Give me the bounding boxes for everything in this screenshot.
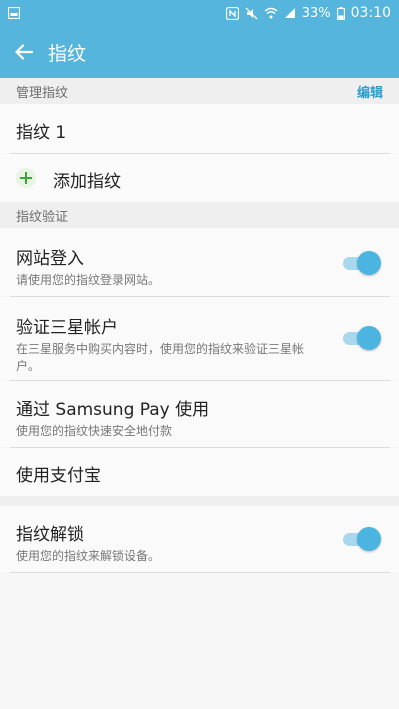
- nfc-icon: [225, 6, 239, 20]
- fingerprint-unlock-item[interactable]: 指纹解锁 使用您的指纹来解锁设备。: [0, 506, 399, 572]
- samsung-account-toggle[interactable]: [343, 325, 381, 351]
- clock: 03:10: [350, 5, 391, 21]
- samsung-pay-item[interactable]: 通过 Samsung Pay 使用 使用您的指纹快速安全地付款: [0, 381, 399, 447]
- add-fingerprint-button[interactable]: 添加指纹: [0, 154, 399, 202]
- item-title: 验证三星帐户: [16, 318, 118, 338]
- battery-icon: [336, 6, 345, 20]
- section-title: 指纹验证: [16, 209, 69, 225]
- app-bar: 指纹: [0, 26, 399, 78]
- status-bar: 33% 03:10: [0, 0, 399, 26]
- empty-area: [0, 573, 399, 709]
- mute-icon: [245, 7, 258, 20]
- battery-percent: 33%: [301, 5, 331, 21]
- fingerprint-unlock-toggle[interactable]: [343, 526, 381, 552]
- website-login-toggle[interactable]: [343, 250, 381, 276]
- wifi-icon: [264, 7, 278, 19]
- item-title: 使用支付宝: [16, 466, 101, 486]
- add-icon: [16, 168, 36, 188]
- section-header-manage: 管理指纹 编辑: [0, 78, 399, 104]
- page-title: 指纹: [48, 42, 87, 65]
- fingerprint-label: 指纹 1: [16, 123, 67, 143]
- alipay-item[interactable]: 使用支付宝: [0, 448, 399, 496]
- edit-button[interactable]: 编辑: [357, 82, 383, 101]
- add-fingerprint-label: 添加指纹: [53, 172, 121, 192]
- item-subtitle: 在三星服务中购买内容时，使用您的指纹来验证三星帐户。: [16, 342, 305, 373]
- signal-icon: [284, 7, 296, 19]
- item-subtitle: 请使用您的指纹登录网站。: [16, 273, 161, 287]
- samsung-account-item[interactable]: 验证三星帐户 在三星服务中购买内容时，使用您的指纹来验证三星帐户。: [0, 297, 399, 380]
- item-subtitle: 使用您的指纹快速安全地付款: [16, 424, 173, 438]
- item-subtitle: 使用您的指纹来解锁设备。: [16, 549, 161, 563]
- item-title: 指纹解锁: [16, 525, 84, 545]
- item-title: 通过 Samsung Pay 使用: [16, 400, 210, 420]
- fingerprint-item[interactable]: 指纹 1: [0, 104, 399, 153]
- section-title: 管理指纹: [16, 85, 69, 101]
- item-title: 网站登入: [16, 249, 84, 269]
- back-button[interactable]: [0, 26, 48, 78]
- section-separator: [0, 496, 399, 506]
- website-login-item[interactable]: 网站登入 请使用您的指纹登录网站。: [0, 228, 399, 296]
- gallery-notification-icon: [8, 7, 20, 19]
- arrow-left-icon: [15, 44, 33, 60]
- section-header-verify: 指纹验证: [0, 202, 399, 228]
